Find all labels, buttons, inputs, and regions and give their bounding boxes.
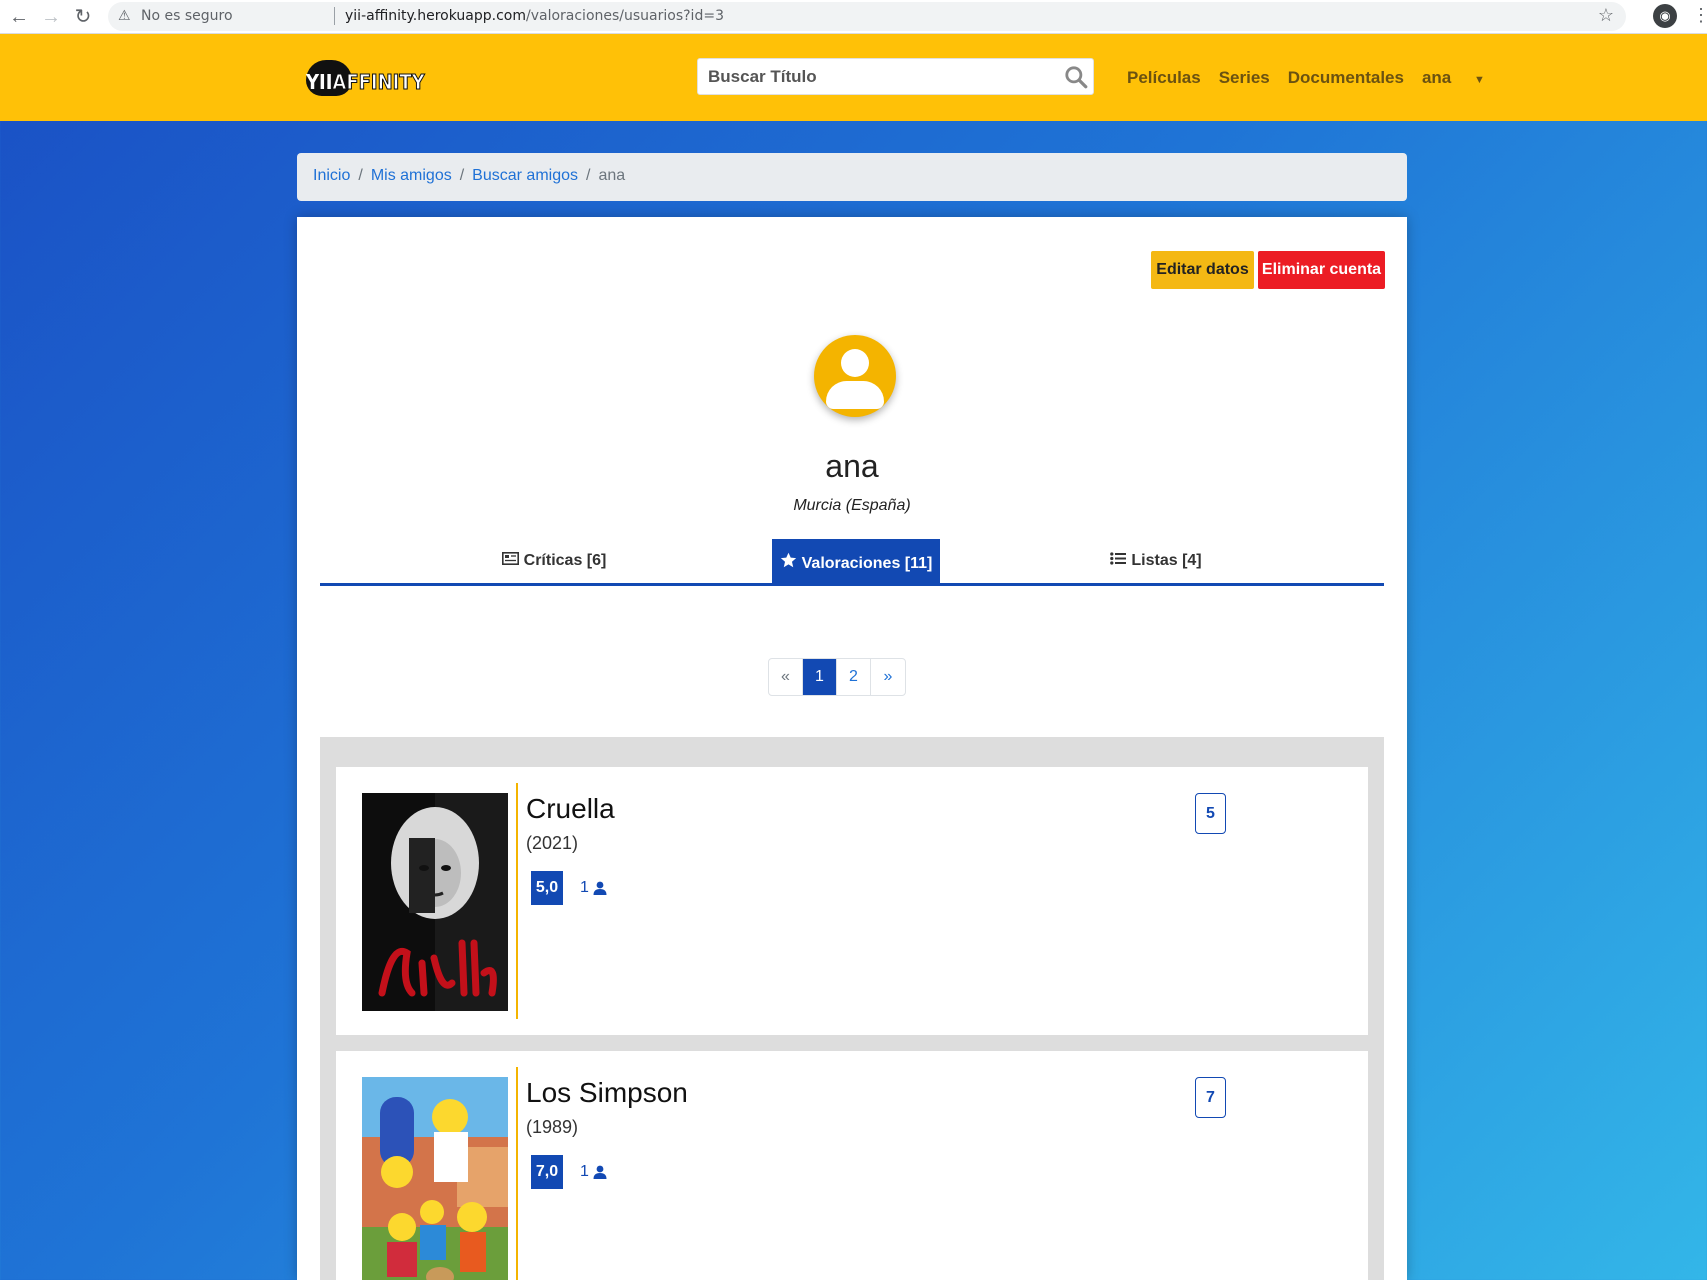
nav-peliculas[interactable]: Películas	[1127, 68, 1201, 98]
item-votes[interactable]: 1	[580, 1163, 607, 1181]
search-icon[interactable]	[1063, 64, 1089, 90]
forward-arrow-icon[interactable]: →	[38, 4, 64, 30]
edit-profile-button[interactable]: Editar datos	[1151, 251, 1254, 289]
item-votes-count: 1	[580, 879, 589, 896]
item-my-rating[interactable]: 7	[1195, 1077, 1226, 1118]
nav-documentales[interactable]: Documentales	[1288, 68, 1404, 98]
ratings-list: Cruella (2021) 5,0 1 5 Los Simpson (1989…	[320, 737, 1384, 1280]
logo-text-a: YII	[306, 70, 333, 94]
profile-tabs: Críticas [6] Valoraciones [11] Listas [4…	[320, 539, 1384, 586]
item-average-score: 5,0	[531, 871, 563, 905]
browser-toolbar: ← → ↻ ⚠ No es seguro yii-affinity.heroku…	[0, 0, 1707, 34]
caret-down-icon: ▼	[1474, 74, 1485, 86]
breadcrumb-separator: /	[586, 167, 591, 184]
user-avatar-icon	[814, 335, 896, 417]
tab-listas-label: Listas [4]	[1131, 552, 1202, 569]
profile-location: Murcia (España)	[793, 497, 911, 514]
star-icon	[780, 552, 797, 573]
profile-card: Editar datos Eliminar cuenta ana Murcia …	[297, 217, 1407, 1280]
security-label: No es seguro	[141, 8, 233, 24]
breadcrumb-inicio[interactable]: Inicio	[313, 167, 350, 184]
url-host: yii-affinity.herokuapp.com	[345, 8, 526, 24]
item-title[interactable]: Cruella	[526, 793, 615, 825]
newspaper-icon	[501, 552, 519, 570]
rating-item: Los Simpson (1989) 7,0 1 7	[336, 1051, 1368, 1280]
breadcrumb: Inicio / Mis amigos / Buscar amigos / ana	[297, 153, 1407, 201]
pagination-next[interactable]: »	[871, 659, 905, 695]
bookmark-star-icon[interactable]: ☆	[1598, 5, 1614, 26]
user-icon	[593, 881, 607, 895]
site-logo[interactable]: YIIAFFINITY	[302, 58, 432, 98]
item-my-rating[interactable]: 5	[1195, 793, 1226, 834]
item-year: (1989)	[526, 1117, 579, 1137]
nav-links: Películas Series Documentales ana ▼	[1127, 68, 1521, 98]
logo-text: YIIAFFINITY	[306, 70, 425, 95]
url-path: /valoraciones/usuarios?id=3	[525, 8, 724, 24]
item-votes[interactable]: 1	[580, 879, 607, 897]
list-icon	[1110, 552, 1127, 570]
search-input[interactable]	[708, 64, 1048, 90]
user-icon	[593, 1165, 607, 1179]
search-box	[697, 58, 1094, 95]
tab-listas[interactable]: Listas [4]	[1072, 539, 1240, 584]
avatar-body	[826, 381, 884, 409]
poster-los-simpson[interactable]	[362, 1077, 508, 1280]
back-arrow-icon[interactable]: ←	[6, 4, 32, 30]
tab-criticas-label: Críticas [6]	[523, 552, 607, 569]
poster-divider	[516, 783, 518, 1019]
poster-cruella[interactable]	[362, 793, 508, 1011]
url-text[interactable]: yii-affinity.herokuapp.com/valoraciones/…	[345, 8, 724, 24]
warning-icon: ⚠	[118, 7, 131, 23]
item-votes-count: 1	[580, 1163, 589, 1180]
nav-series[interactable]: Series	[1219, 68, 1270, 98]
pagination-page-2[interactable]: 2	[837, 659, 871, 695]
pagination-page-1[interactable]: 1	[803, 659, 837, 695]
nav-user-dropdown[interactable]: ana ▼	[1422, 68, 1503, 98]
delete-account-button[interactable]: Eliminar cuenta	[1258, 251, 1385, 289]
address-separator	[334, 7, 335, 25]
pagination-prev[interactable]: «	[769, 659, 803, 695]
tab-valoraciones[interactable]: Valoraciones [11]	[772, 539, 940, 584]
avatar-head	[841, 349, 869, 377]
address-bar[interactable]: ⚠ No es seguro yii-affinity.herokuapp.co…	[108, 2, 1626, 31]
profile-avatar-icon[interactable]: ◉	[1653, 4, 1677, 28]
breadcrumb-current: ana	[598, 167, 626, 184]
tab-valoraciones-label: Valoraciones [11]	[801, 555, 933, 572]
tab-criticas[interactable]: Críticas [6]	[470, 539, 638, 584]
reload-icon[interactable]: ↻	[70, 4, 96, 30]
breadcrumb-separator: /	[358, 167, 363, 184]
breadcrumb-buscar-amigos[interactable]: Buscar amigos	[472, 167, 578, 184]
item-average-score: 7,0	[531, 1155, 563, 1189]
site-navbar: YIIAFFINITY Películas Series Documentale…	[0, 34, 1707, 121]
breadcrumb-mis-amigos[interactable]: Mis amigos	[371, 167, 452, 184]
breadcrumb-separator: /	[459, 167, 465, 184]
nav-user-label: ana	[1421, 68, 1452, 87]
profile-username: ana	[825, 448, 879, 484]
pagination: « 1 2 »	[768, 658, 906, 696]
kebab-menu-icon[interactable]: ⋮	[1692, 5, 1707, 26]
item-title[interactable]: Los Simpson	[526, 1077, 688, 1109]
poster-divider	[516, 1067, 518, 1280]
rating-item: Cruella (2021) 5,0 1 5	[336, 767, 1368, 1035]
item-year: (2021)	[526, 833, 579, 853]
logo-text-b: AFFINITY	[332, 70, 425, 95]
